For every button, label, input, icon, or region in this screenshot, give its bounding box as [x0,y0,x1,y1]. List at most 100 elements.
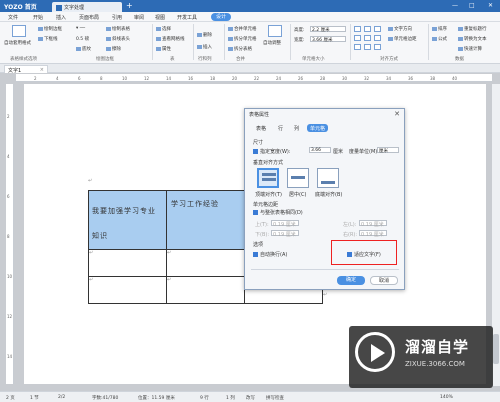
table-cell-selected[interactable]: 学习工作经验 [166,190,245,250]
auto-fit-icon[interactable] [268,25,282,37]
align-middle-left-icon[interactable] [354,35,361,41]
quick-calc-button[interactable]: 快速计算 [458,46,482,52]
preferred-width-label: 指定宽度(W): [260,149,291,155]
status-words[interactable]: 字数:41/780 [92,395,118,401]
table-cell-selected[interactable]: 我要加强学习专业知识 [88,190,167,250]
shading-button[interactable]: 底纹 [76,46,91,52]
split-table-button[interactable]: 拆分表格 [228,46,252,52]
split-cells-button[interactable]: 拆分单元格 [228,36,257,42]
menu-developer[interactable]: 开发工具 [177,14,197,21]
menu-design[interactable]: 设计 [211,13,232,21]
margin-right-input[interactable]: 0.19 厘米 [359,230,387,238]
minimize-button[interactable]: — [452,2,458,9]
vertical-ruler[interactable]: 2 4 6 8 10 12 14 [6,84,14,384]
measure-unit-select[interactable]: 厘米 [377,147,399,154]
align-bottom-left-icon[interactable] [354,44,361,50]
border-icon [38,36,43,41]
border-width-dropdown[interactable]: 0.5 磅 [76,36,89,42]
new-tab-button[interactable]: + [126,1,133,10]
menu-insert[interactable]: 插入 [56,14,66,21]
cancel-button[interactable]: 取消 [370,276,398,285]
align-bottom-right-icon[interactable] [374,44,381,50]
same-as-table-row[interactable]: 与整张表格相同(D) [253,209,303,216]
eraser-button[interactable]: 擦除 [106,46,121,52]
size-section-label: 尺寸 [253,140,264,146]
preferred-width-input[interactable]: 3.66 [309,147,331,153]
menu-file[interactable]: 文件 [8,14,18,21]
table-cell[interactable]: ↵ [166,276,245,304]
close-tab-icon[interactable]: × [40,67,44,73]
align-top-right-icon[interactable] [374,26,381,32]
dialog-tab-cell[interactable]: 单元格 [307,124,329,132]
align-top-left-icon[interactable] [354,26,361,32]
table-cell[interactable]: ↵ [88,276,167,304]
auto-format-button[interactable]: 自动套用格式 [4,40,31,46]
close-window-button[interactable]: ✕ [488,2,493,9]
menu-view[interactable]: 视图 [155,14,165,21]
table-cell[interactable]: ↵ [88,249,167,277]
align-top-center-icon[interactable] [364,26,371,32]
auto-fit-button[interactable]: 自动调整 [263,40,281,46]
dialog-tab-column[interactable]: 列 [291,124,302,132]
select-button[interactable]: 选择 [156,26,171,32]
gridlines-button[interactable]: 查看网格线 [156,36,185,42]
margin-right-label: 右(R): [343,232,358,238]
status-overwrite[interactable]: 改写 [246,395,255,401]
margin-bottom-input[interactable]: 0.19 厘米 [271,230,299,238]
repeat-header-button[interactable]: 重复标题行 [458,26,487,32]
document-window-tab[interactable]: 文字处理 [52,2,122,12]
menu-references[interactable]: 引用 [112,14,122,21]
table-cell[interactable]: ↵ [166,249,245,277]
zoom-level[interactable]: 140% [440,395,453,400]
bottom-border-button[interactable]: 下框线 [38,36,58,42]
alignment-grid[interactable] [354,26,384,52]
dialog-tab-row[interactable]: 行 [275,124,286,132]
align-middle-center-icon[interactable] [364,35,371,41]
delete-button[interactable]: 删除 [197,32,212,38]
app-brand[interactable]: YOZO 首页 [4,2,37,11]
merge-cells-button[interactable]: 合并单元格 [228,26,257,32]
height-input[interactable]: 2.2 厘米 [310,26,346,33]
margin-top-input[interactable]: 0.19 厘米 [271,220,299,228]
align-top-option[interactable] [257,168,279,188]
menu-review[interactable]: 审阅 [134,14,144,21]
align-center-option[interactable] [287,168,309,188]
properties-button[interactable]: 属性 [156,46,171,52]
margin-left-input[interactable]: 0.19 厘米 [359,220,387,228]
status-spellcheck[interactable]: 拼写检查 [266,395,284,401]
ruler-tick: 6 [7,194,10,199]
menu-home[interactable]: 开始 [33,14,43,21]
ok-button[interactable]: 确定 [337,276,365,285]
sort-button[interactable]: 排序 [432,26,447,32]
width-input[interactable]: 3.66 厘米 [310,36,346,43]
line-style-button[interactable]: 斜线表头 [106,36,130,42]
preferred-width-checkbox[interactable] [253,149,258,154]
menu-page-layout[interactable]: 页面布局 [79,14,99,21]
text-direction-button[interactable]: 文字方向 [388,26,412,32]
preferred-width-checkbox-row[interactable]: 指定宽度(W): [253,148,291,155]
align-bottom-center-icon[interactable] [364,44,371,50]
insert-button[interactable]: 插入 [197,44,212,50]
document-tab[interactable]: 文字1 × [4,65,48,74]
dialog-close-icon[interactable]: ✕ [394,110,400,118]
horizontal-ruler[interactable]: 2 4 6 8 10 12 14 16 18 20 22 24 26 28 30… [16,74,492,82]
pen-color-dropdown[interactable]: ▾ ── [76,26,85,31]
maximize-button[interactable]: □ [469,2,475,9]
align-top-icon [262,173,276,176]
same-as-table-checkbox[interactable] [253,210,258,215]
dialog-tab-table[interactable]: 表格 [253,124,269,132]
align-bottom-option[interactable] [317,168,339,188]
ribbon-toolbar: 自动套用格式 绘制边框 下框线 ▾ ── 0.5 磅 底纹 绘制表格 斜线表头 … [0,22,500,64]
table-style-icon[interactable] [12,25,26,37]
formula-button[interactable]: 公式 [432,36,447,42]
vertical-scrollbar[interactable] [492,84,500,386]
align-middle-right-icon[interactable] [374,35,381,41]
ruler-tick: 26 [298,76,304,81]
wrap-text-row[interactable]: 自动换行(A) [253,251,287,258]
scrollbar-thumb[interactable] [493,334,499,364]
cell-margin-button[interactable]: 单元格边距 [388,36,417,42]
convert-to-text-button[interactable]: 转换为文本 [458,36,487,42]
draw-border-button[interactable]: 绘制边框 [38,26,62,32]
wrap-text-checkbox[interactable] [253,252,258,257]
draw-table-button[interactable]: 绘制表格 [106,26,130,32]
